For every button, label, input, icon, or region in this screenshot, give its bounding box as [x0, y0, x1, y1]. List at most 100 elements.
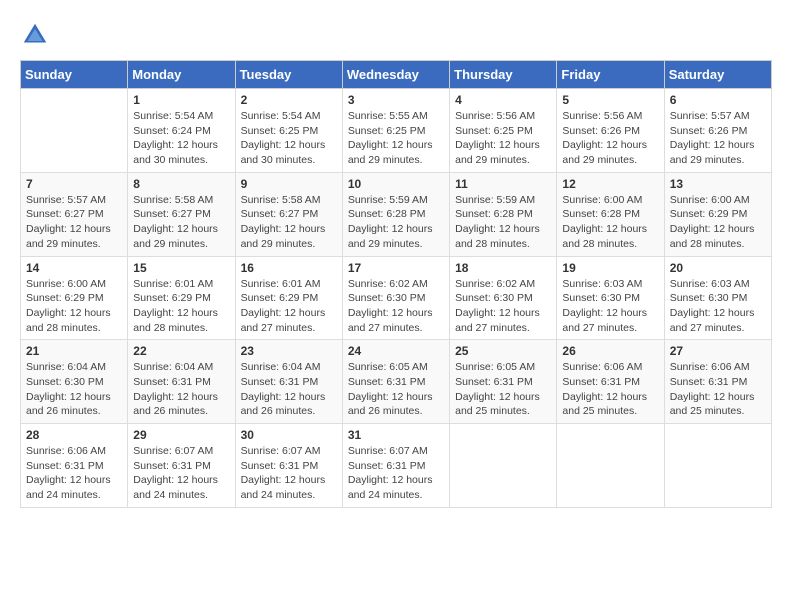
day-number: 16 [241, 261, 337, 275]
day-number: 4 [455, 93, 551, 107]
calendar-week-2: 7Sunrise: 5:57 AMSunset: 6:27 PMDaylight… [21, 172, 772, 256]
calendar-cell: 25 Sunrise: 6:05 AMSunset: 6:31 PMDayligh… [450, 340, 557, 424]
day-info: Sunrise: 6:02 AMSunset: 6:30 PMDaylight:… [348, 277, 444, 336]
day-info: Sunrise: 6:00 AMSunset: 6:29 PMDaylight:… [670, 193, 766, 252]
calendar-cell: 30 Sunrise: 6:07 AMSunset: 6:31 PMDayligh… [235, 424, 342, 508]
calendar-cell [664, 424, 771, 508]
day-header-wednesday: Wednesday [342, 61, 449, 89]
day-header-thursday: Thursday [450, 61, 557, 89]
day-info: Sunrise: 5:59 AMSunset: 6:28 PMDaylight:… [348, 193, 444, 252]
day-info: Sunrise: 6:04 AMSunset: 6:31 PMDaylight:… [133, 360, 229, 419]
day-header-friday: Friday [557, 61, 664, 89]
day-number: 7 [26, 177, 122, 191]
day-info: Sunrise: 6:05 AMSunset: 6:31 PMDaylight:… [455, 360, 551, 419]
day-info: Sunrise: 6:02 AMSunset: 6:30 PMDaylight:… [455, 277, 551, 336]
day-number: 1 [133, 93, 229, 107]
day-info: Sunrise: 6:04 AMSunset: 6:31 PMDaylight:… [241, 360, 337, 419]
logo [20, 20, 54, 50]
calendar-week-1: 1 Sunrise: 5:54 AMSunset: 6:24 PMDaylight… [21, 89, 772, 173]
day-number: 25 [455, 344, 551, 358]
day-header-monday: Monday [128, 61, 235, 89]
calendar-cell: 31 Sunrise: 6:07 AMSunset: 6:31 PMDayligh… [342, 424, 449, 508]
calendar-cell: 7Sunrise: 5:57 AMSunset: 6:27 PMDaylight… [21, 172, 128, 256]
day-info: Sunrise: 5:57 AMSunset: 6:26 PMDaylight:… [670, 109, 766, 168]
calendar-cell: 4 Sunrise: 5:56 AMSunset: 6:25 PMDaylight… [450, 89, 557, 173]
day-info: Sunrise: 6:07 AMSunset: 6:31 PMDaylight:… [241, 444, 337, 503]
day-info: Sunrise: 5:54 AMSunset: 6:25 PMDaylight:… [241, 109, 337, 168]
calendar-cell: 1 Sunrise: 5:54 AMSunset: 6:24 PMDaylight… [128, 89, 235, 173]
day-info: Sunrise: 6:06 AMSunset: 6:31 PMDaylight:… [670, 360, 766, 419]
day-number: 30 [241, 428, 337, 442]
day-number: 17 [348, 261, 444, 275]
day-info: Sunrise: 5:56 AMSunset: 6:26 PMDaylight:… [562, 109, 658, 168]
day-info: Sunrise: 6:07 AMSunset: 6:31 PMDaylight:… [133, 444, 229, 503]
day-info: Sunrise: 5:54 AMSunset: 6:24 PMDaylight:… [133, 109, 229, 168]
day-info: Sunrise: 5:56 AMSunset: 6:25 PMDaylight:… [455, 109, 551, 168]
day-number: 21 [26, 344, 122, 358]
calendar-cell [557, 424, 664, 508]
day-number: 11 [455, 177, 551, 191]
calendar-cell: 3 Sunrise: 5:55 AMSunset: 6:25 PMDaylight… [342, 89, 449, 173]
day-number: 5 [562, 93, 658, 107]
day-info: Sunrise: 6:01 AMSunset: 6:29 PMDaylight:… [133, 277, 229, 336]
day-number: 15 [133, 261, 229, 275]
calendar-cell: 5 Sunrise: 5:56 AMSunset: 6:26 PMDaylight… [557, 89, 664, 173]
day-info: Sunrise: 6:06 AMSunset: 6:31 PMDaylight:… [26, 444, 122, 503]
day-number: 28 [26, 428, 122, 442]
day-info: Sunrise: 6:00 AMSunset: 6:28 PMDaylight:… [562, 193, 658, 252]
day-number: 2 [241, 93, 337, 107]
day-header-saturday: Saturday [664, 61, 771, 89]
calendar-cell: 12 Sunrise: 6:00 AMSunset: 6:28 PMDayligh… [557, 172, 664, 256]
calendar-cell: 11 Sunrise: 5:59 AMSunset: 6:28 PMDayligh… [450, 172, 557, 256]
day-number: 29 [133, 428, 229, 442]
day-number: 8 [133, 177, 229, 191]
calendar-table: SundayMondayTuesdayWednesdayThursdayFrid… [20, 60, 772, 508]
calendar-cell: 27 Sunrise: 6:06 AMSunset: 6:31 PMDayligh… [664, 340, 771, 424]
day-header-sunday: Sunday [21, 61, 128, 89]
calendar-week-3: 14 Sunrise: 6:00 AMSunset: 6:29 PMDayligh… [21, 256, 772, 340]
calendar-cell: 8 Sunrise: 5:58 AMSunset: 6:27 PMDaylight… [128, 172, 235, 256]
day-number: 20 [670, 261, 766, 275]
calendar-cell: 23Sunrise: 6:04 AMSunset: 6:31 PMDayligh… [235, 340, 342, 424]
calendar-cell: 16 Sunrise: 6:01 AMSunset: 6:29 PMDayligh… [235, 256, 342, 340]
day-number: 3 [348, 93, 444, 107]
day-number: 6 [670, 93, 766, 107]
calendar-cell: 2 Sunrise: 5:54 AMSunset: 6:25 PMDaylight… [235, 89, 342, 173]
day-info: Sunrise: 5:58 AMSunset: 6:27 PMDaylight:… [241, 193, 337, 252]
day-number: 18 [455, 261, 551, 275]
day-info: Sunrise: 5:58 AMSunset: 6:27 PMDaylight:… [133, 193, 229, 252]
calendar-cell: 14 Sunrise: 6:00 AMSunset: 6:29 PMDayligh… [21, 256, 128, 340]
calendar-cell: 13 Sunrise: 6:00 AMSunset: 6:29 PMDayligh… [664, 172, 771, 256]
calendar-cell: 6 Sunrise: 5:57 AMSunset: 6:26 PMDaylight… [664, 89, 771, 173]
calendar-cell: 10 Sunrise: 5:59 AMSunset: 6:28 PMDayligh… [342, 172, 449, 256]
day-number: 19 [562, 261, 658, 275]
day-info: Sunrise: 6:00 AMSunset: 6:29 PMDaylight:… [26, 277, 122, 336]
day-info: Sunrise: 6:01 AMSunset: 6:29 PMDaylight:… [241, 277, 337, 336]
calendar-cell: 29 Sunrise: 6:07 AMSunset: 6:31 PMDayligh… [128, 424, 235, 508]
day-info: Sunrise: 6:06 AMSunset: 6:31 PMDaylight:… [562, 360, 658, 419]
day-number: 9 [241, 177, 337, 191]
day-number: 12 [562, 177, 658, 191]
day-header-tuesday: Tuesday [235, 61, 342, 89]
day-info: Sunrise: 6:07 AMSunset: 6:31 PMDaylight:… [348, 444, 444, 503]
day-number: 22 [133, 344, 229, 358]
calendar-cell: 24Sunrise: 6:05 AMSunset: 6:31 PMDayligh… [342, 340, 449, 424]
calendar-cell [450, 424, 557, 508]
day-info: Sunrise: 6:04 AMSunset: 6:30 PMDaylight:… [26, 360, 122, 419]
calendar-cell: 9 Sunrise: 5:58 AMSunset: 6:27 PMDaylight… [235, 172, 342, 256]
day-number: 24 [348, 344, 444, 358]
calendar-cell [21, 89, 128, 173]
calendar-cell: 15 Sunrise: 6:01 AMSunset: 6:29 PMDayligh… [128, 256, 235, 340]
day-info: Sunrise: 5:59 AMSunset: 6:28 PMDaylight:… [455, 193, 551, 252]
day-number: 13 [670, 177, 766, 191]
day-info: Sunrise: 5:55 AMSunset: 6:25 PMDaylight:… [348, 109, 444, 168]
calendar-cell: 17 Sunrise: 6:02 AMSunset: 6:30 PMDayligh… [342, 256, 449, 340]
day-number: 10 [348, 177, 444, 191]
day-number: 14 [26, 261, 122, 275]
calendar-week-5: 28 Sunrise: 6:06 AMSunset: 6:31 PMDayligh… [21, 424, 772, 508]
day-number: 27 [670, 344, 766, 358]
day-info: Sunrise: 6:03 AMSunset: 6:30 PMDaylight:… [562, 277, 658, 336]
calendar-cell: 26Sunrise: 6:06 AMSunset: 6:31 PMDayligh… [557, 340, 664, 424]
page-header [20, 20, 772, 50]
day-number: 31 [348, 428, 444, 442]
